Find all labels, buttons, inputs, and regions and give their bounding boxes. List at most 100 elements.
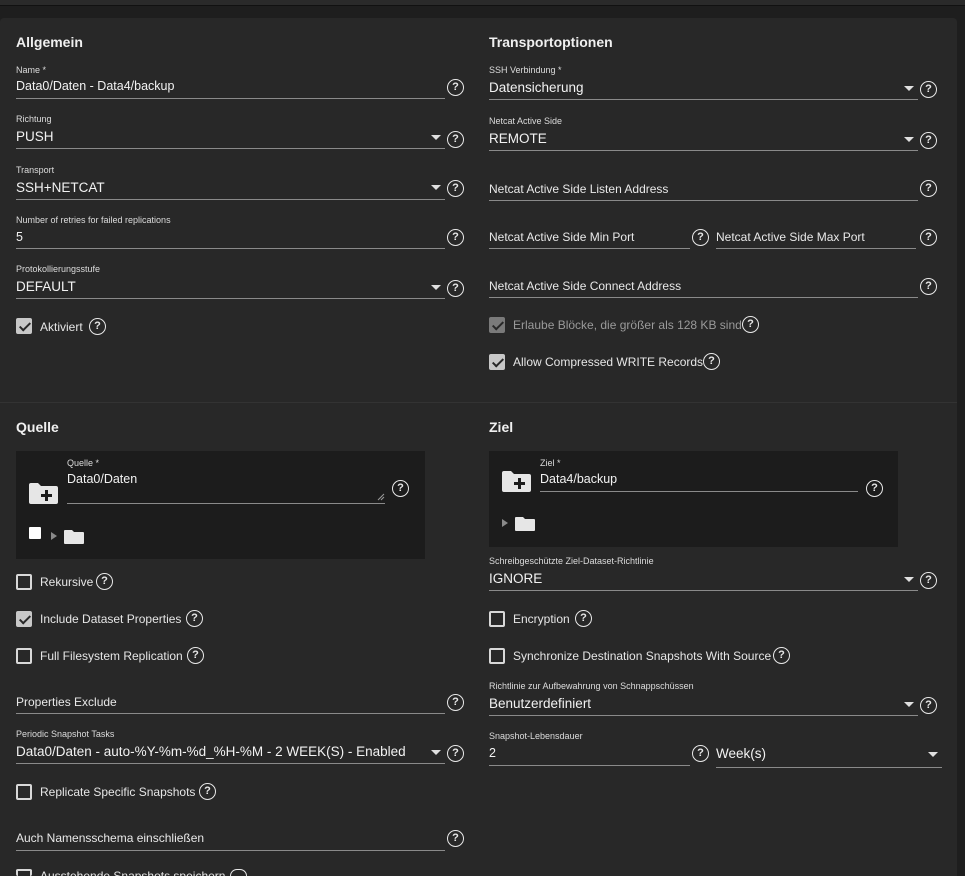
pending-snapshots-checkbox[interactable]: [16, 869, 32, 876]
lifetime-unit-underline: [716, 767, 942, 768]
props-exclude-input[interactable]: Properties Exclude: [16, 695, 117, 709]
source-folder-plus-icon[interactable]: [27, 480, 58, 504]
direction-select[interactable]: PUSH: [16, 129, 54, 144]
netcat-side-select[interactable]: REMOTE: [489, 131, 547, 146]
props-exclude-help-icon[interactable]: ?: [447, 694, 464, 711]
enabled-help-icon[interactable]: ?: [89, 318, 106, 335]
lifetime-unit-caret-down-icon[interactable]: [928, 752, 938, 757]
periodic-underline: [16, 763, 445, 764]
section-divider: [0, 402, 957, 403]
retention-policy-select[interactable]: Benutzerdefiniert: [489, 696, 591, 711]
loglevel-help-icon[interactable]: ?: [447, 280, 464, 297]
source-path-label: Quelle *: [67, 458, 100, 468]
max-port-input[interactable]: Netcat Active Side Max Port: [716, 230, 865, 244]
encryption-help-icon[interactable]: ?: [575, 610, 592, 627]
compressed-checkbox[interactable]: [489, 354, 505, 370]
target-path-input[interactable]: Data4/backup: [540, 472, 617, 486]
transport-underline: [16, 199, 445, 200]
encryption-checkbox[interactable]: [489, 611, 505, 627]
netcat-side-caret-down-icon[interactable]: [904, 137, 914, 142]
connect-address-input[interactable]: Netcat Active Side Connect Address: [489, 279, 681, 293]
target-tree-folder-icon[interactable]: [515, 516, 536, 531]
periodic-tasks-select[interactable]: Data0/Daten - auto-%Y-%m-%d_%H-%M - 2 WE…: [16, 744, 406, 759]
enabled-label: Aktiviert: [40, 320, 83, 334]
source-path-input[interactable]: Data0/Daten: [67, 472, 137, 486]
min-port-help-icon[interactable]: ?: [692, 229, 709, 246]
recursive-help-icon[interactable]: ?: [96, 573, 113, 590]
lifetime-unit-select[interactable]: Week(s): [716, 746, 766, 761]
ssh-caret-down-icon[interactable]: [904, 86, 914, 91]
loglevel-underline: [16, 298, 445, 299]
readonly-help-icon[interactable]: ?: [920, 572, 937, 589]
pending-snapshots-help-icon[interactable]: [230, 869, 247, 876]
full-fs-checkbox[interactable]: [16, 648, 32, 664]
target-tree-triangle-right-icon[interactable]: [502, 519, 508, 527]
direction-caret-down-icon[interactable]: [431, 135, 441, 140]
max-port-help-icon[interactable]: ?: [920, 229, 937, 246]
lifetime-value-input[interactable]: 2: [489, 746, 496, 760]
name-input[interactable]: Data0/Daten - Data4/backup: [16, 79, 174, 93]
listen-address-input[interactable]: Netcat Active Side Listen Address: [489, 182, 668, 196]
replicate-specific-checkbox[interactable]: [16, 784, 32, 800]
readonly-caret-down-icon[interactable]: [904, 577, 914, 582]
target-path-underline: [540, 491, 858, 492]
retention-help-icon[interactable]: ?: [920, 697, 937, 714]
source-tree-triangle-right-icon[interactable]: [51, 532, 57, 540]
compressed-help-icon[interactable]: ?: [703, 353, 720, 370]
periodic-help-icon[interactable]: ?: [447, 745, 464, 762]
transport-select[interactable]: SSH+NETCAT: [16, 180, 105, 195]
ssh-help-icon[interactable]: ?: [920, 81, 937, 98]
min-port-underline: [489, 248, 690, 249]
connect-address-underline: [489, 297, 918, 298]
naming-schema-help-icon[interactable]: ?: [447, 830, 464, 847]
loglevel-caret-down-icon[interactable]: [431, 285, 441, 290]
sync-snapshots-checkbox[interactable]: [489, 648, 505, 664]
ssh-connection-select[interactable]: Datensicherung: [489, 80, 584, 95]
lifetime-help-icon[interactable]: ?: [692, 745, 709, 762]
listen-address-underline: [489, 200, 918, 201]
min-port-input[interactable]: Netcat Active Side Min Port: [489, 230, 634, 244]
loglevel-select[interactable]: DEFAULT: [16, 279, 76, 294]
retention-policy-label: Richtlinie zur Aufbewahrung von Schnapps…: [489, 681, 694, 691]
direction-help-icon[interactable]: ?: [447, 131, 464, 148]
connect-address-help-icon[interactable]: ?: [920, 278, 937, 295]
transport-help-icon[interactable]: ?: [447, 180, 464, 197]
full-fs-help-icon[interactable]: ?: [187, 647, 204, 664]
recursive-checkbox[interactable]: [16, 574, 32, 590]
target-path-label: Ziel *: [540, 458, 561, 468]
replicate-specific-help-icon[interactable]: ?: [199, 783, 216, 800]
resize-handle-icon[interactable]: [377, 493, 385, 501]
naming-schema-input[interactable]: Auch Namensschema einschließen: [16, 831, 204, 845]
listen-address-help-icon[interactable]: ?: [920, 180, 937, 197]
name-underline: [16, 98, 445, 99]
readonly-underline: [489, 590, 918, 591]
target-path-help-icon[interactable]: ?: [866, 480, 883, 497]
retries-help-icon[interactable]: ?: [447, 229, 464, 246]
include-props-help-icon[interactable]: ?: [186, 610, 203, 627]
retries-input[interactable]: 5: [16, 230, 23, 244]
props-exclude-underline: [16, 713, 445, 714]
full-fs-label: Full Filesystem Replication: [40, 649, 183, 663]
source-tree-folder-icon[interactable]: [64, 529, 85, 544]
transport-caret-down-icon[interactable]: [431, 185, 441, 190]
top-bar: [0, 0, 965, 6]
source-tree-checkbox[interactable]: [29, 527, 41, 539]
name-help-icon[interactable]: ?: [447, 79, 464, 96]
retries-label: Number of retries for failed replication…: [16, 215, 171, 225]
periodic-caret-down-icon[interactable]: [431, 750, 441, 755]
enabled-checkbox[interactable]: [16, 318, 32, 334]
include-props-checkbox[interactable]: [16, 611, 32, 627]
retention-caret-down-icon[interactable]: [904, 702, 914, 707]
netcat-side-help-icon[interactable]: ?: [920, 132, 937, 149]
large-block-checkbox[interactable]: [489, 317, 505, 333]
source-path-help-icon[interactable]: ?: [392, 480, 409, 497]
ssh-connection-label: SSH Verbindung *: [489, 65, 562, 75]
transport-options-heading: Transportoptionen: [489, 34, 613, 50]
target-folder-plus-icon[interactable]: [500, 468, 531, 492]
include-props-label: Include Dataset Properties: [40, 612, 182, 626]
readonly-policy-select[interactable]: IGNORE: [489, 571, 542, 586]
lifetime-value-underline: [489, 765, 690, 766]
sync-snapshots-help-icon[interactable]: ?: [773, 647, 790, 664]
large-block-help-icon[interactable]: ?: [742, 316, 759, 333]
periodic-tasks-label: Periodic Snapshot Tasks: [16, 729, 115, 739]
